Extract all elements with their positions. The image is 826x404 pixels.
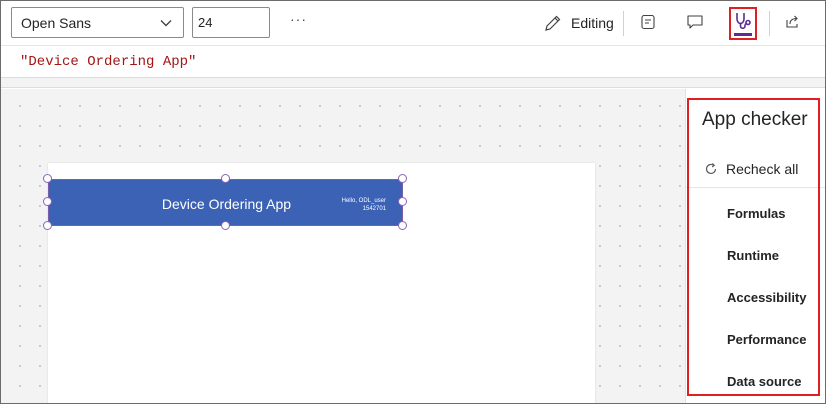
toolbar: Open Sans ··· Editing	[1, 1, 825, 45]
header-user-greeting: Hello, ODL_user	[341, 198, 386, 204]
more-options-button[interactable]: ···	[290, 11, 307, 27]
header-label[interactable]: Device Ordering App Hello, ODL_user 1542…	[48, 179, 403, 226]
editing-label: Editing	[571, 15, 614, 31]
resize-handle-left[interactable]	[43, 197, 52, 206]
category-formulas[interactable]: Formulas	[727, 206, 786, 221]
font-family-value: Open Sans	[21, 15, 92, 31]
category-accessibility[interactable]: Accessibility	[727, 290, 807, 305]
resize-handle-bottom-left[interactable]	[43, 221, 52, 230]
recheck-all-button[interactable]: Recheck all	[704, 161, 798, 177]
chevron-down-icon	[160, 20, 172, 27]
header-user-id: 1542701	[362, 206, 386, 212]
stethoscope-icon	[736, 13, 751, 30]
font-family-dropdown[interactable]: Open Sans	[11, 7, 184, 38]
active-indicator	[734, 33, 752, 36]
resize-handle-top-left[interactable]	[43, 174, 52, 183]
formula-text[interactable]: "Device Ordering App"	[20, 54, 196, 70]
resize-handle-bottom-right[interactable]	[398, 221, 407, 230]
comment-icon	[687, 15, 703, 29]
resize-handle-top-right[interactable]	[398, 174, 407, 183]
refresh-icon	[705, 163, 717, 175]
toolbar-divider	[769, 11, 770, 36]
header-user-info: Hello, ODL_user 1542701	[342, 197, 386, 213]
comments-button[interactable]	[684, 11, 706, 33]
font-size-input[interactable]	[192, 7, 270, 38]
category-performance[interactable]: Performance	[727, 332, 806, 347]
share-button[interactable]	[781, 11, 803, 33]
app-checker-button[interactable]	[729, 7, 757, 40]
notes-button[interactable]	[637, 11, 659, 33]
resize-handle-right[interactable]	[398, 197, 407, 206]
category-runtime[interactable]: Runtime	[727, 248, 779, 263]
formula-bar[interactable]: "Device Ordering App"	[1, 45, 825, 78]
app-checker-panel: App checker Recheck all Formulas Runtime…	[685, 89, 825, 403]
share-icon	[786, 15, 798, 28]
formula-bar-splitter[interactable]	[1, 78, 825, 88]
resize-handle-bottom[interactable]	[221, 221, 230, 230]
toolbar-divider	[623, 11, 624, 36]
recheck-all-label: Recheck all	[726, 161, 799, 177]
design-canvas[interactable]: Device Ordering App Hello, ODL_user 1542…	[1, 89, 685, 403]
app-window: Open Sans ··· Editing	[0, 0, 826, 404]
category-data-source[interactable]: Data source	[727, 374, 801, 389]
pencil-icon	[545, 15, 561, 31]
editing-button[interactable]: Editing	[543, 11, 614, 35]
resize-handle-top[interactable]	[221, 174, 230, 183]
notes-icon	[641, 14, 655, 30]
panel-title: App checker	[702, 109, 808, 130]
panel-divider	[686, 187, 825, 188]
